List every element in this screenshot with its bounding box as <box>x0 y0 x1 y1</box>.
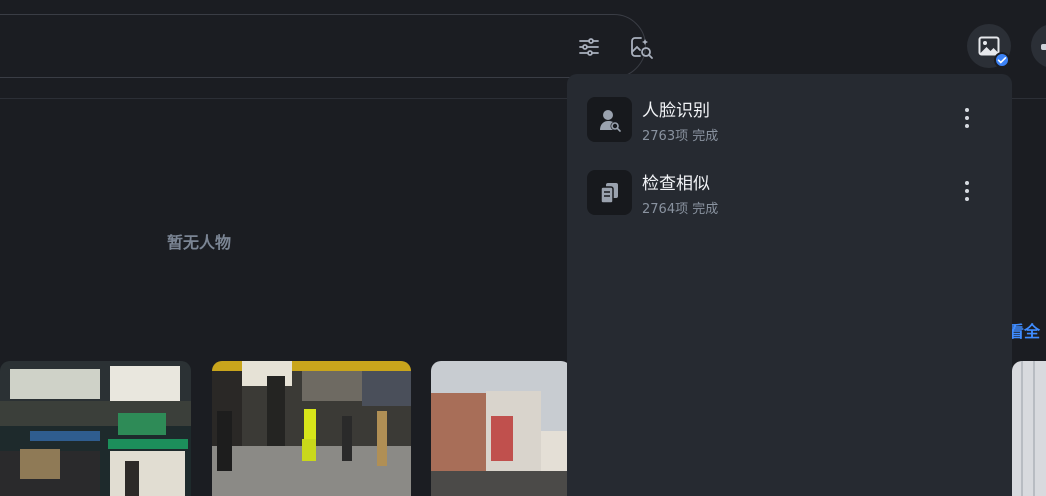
task-item-check-similar[interactable]: 检查相似 2764项 完成 <box>587 169 992 217</box>
face-search-icon <box>587 97 632 142</box>
account-button[interactable] <box>1031 24 1046 68</box>
task-title: 检查相似 <box>642 174 710 194</box>
tasks-panel: 人脸识别 2763项 完成 检查相似 2764项 完成 <box>567 74 1012 496</box>
search-bar[interactable] <box>0 14 653 78</box>
task-title: 人脸识别 <box>642 101 710 121</box>
task-progress: 2763项 完成 <box>642 129 719 144</box>
photo-thumbnail[interactable] <box>212 361 411 496</box>
image-search-icon[interactable] <box>629 35 653 59</box>
more-options-icon[interactable] <box>955 179 979 203</box>
photo-thumbnail[interactable] <box>1012 361 1046 496</box>
image-manager-button[interactable] <box>967 24 1011 68</box>
photo-thumbnail[interactable] <box>431 361 571 496</box>
task-item-face-recognition[interactable]: 人脸识别 2763项 完成 <box>587 96 992 144</box>
check-icon <box>994 52 1010 68</box>
task-progress: 2764项 完成 <box>642 202 719 217</box>
people-empty-text: 暂无人物 <box>167 233 232 252</box>
more-options-icon[interactable] <box>955 106 979 130</box>
view-all-link[interactable]: 看全 <box>1008 318 1040 342</box>
sliders-icon[interactable] <box>577 35 601 59</box>
photo-thumbnail[interactable] <box>0 361 191 496</box>
copy-documents-icon <box>587 170 632 215</box>
